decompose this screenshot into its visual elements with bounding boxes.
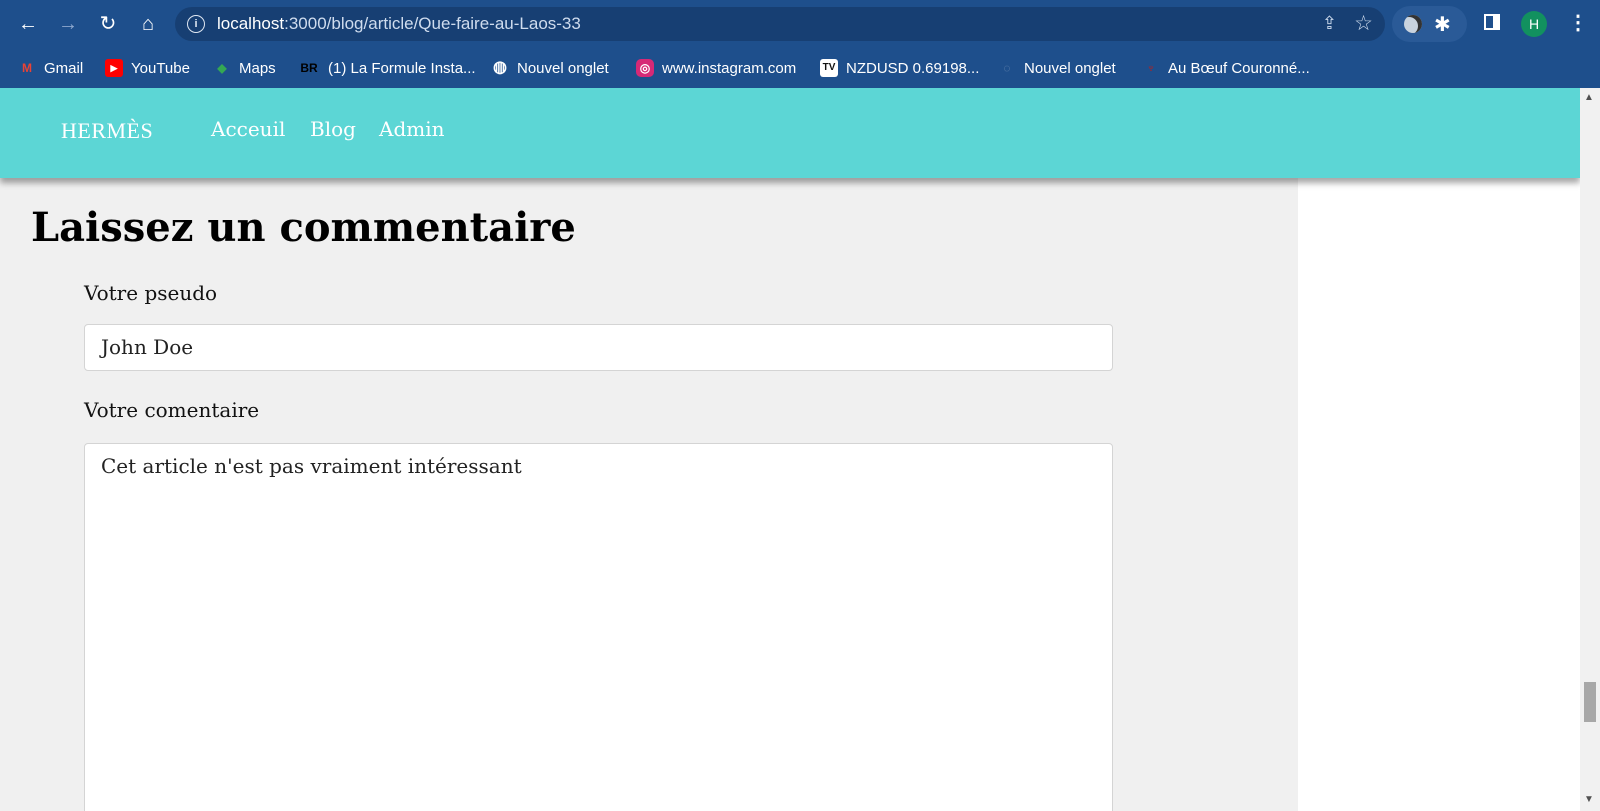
bookmark-maps[interactable]: ◆ Maps	[213, 56, 276, 80]
instagram-icon: ◎	[636, 59, 654, 77]
bookmark-instagram[interactable]: ◎ www.instagram.com	[636, 56, 796, 80]
bookmark-formule[interactable]: BR (1) La Formule Insta...	[298, 56, 476, 80]
bookmark-label: Nouvel onglet	[1024, 59, 1116, 77]
site-info-icon[interactable]: i	[187, 15, 205, 33]
pseudo-input[interactable]: John Doe	[84, 324, 1113, 371]
bookmark-label: Nouvel onglet	[517, 59, 609, 77]
bookmark-star-icon[interactable]: ☆	[1354, 11, 1373, 36]
page-viewport: HERMÈS Acceuil Blog Admin Laissez un com…	[0, 88, 1600, 811]
share-icon[interactable]: ⇪	[1322, 13, 1337, 34]
bookmark-label: Maps	[239, 59, 276, 77]
pseudo-label: Votre pseudo	[84, 281, 218, 305]
bookmarks-bar: M Gmail ▶ YouTube ◆ Maps BR (1) La Formu…	[0, 48, 1600, 88]
forward-arrow-icon[interactable]: →	[52, 8, 84, 40]
extension-icon[interactable]	[1404, 15, 1422, 33]
menu-kebab-icon[interactable]: ⋮	[1568, 10, 1588, 35]
browser-toolbar: ← → ↻ ⌂ i localhost:3000/blog/article/Qu…	[0, 0, 1600, 48]
bookmark-nzdusd[interactable]: TV NZDUSD 0.69198...	[820, 56, 979, 80]
tradingview-icon: TV	[820, 59, 838, 77]
bookmark-gmail[interactable]: M Gmail	[18, 56, 83, 80]
nav-link-admin[interactable]: Admin	[379, 117, 445, 141]
bookmark-label: NZDUSD 0.69198...	[846, 59, 980, 77]
boeuf-icon: ♆	[1146, 61, 1156, 75]
bookmark-boeuf[interactable]: ♆ Au Bœuf Couronné...	[1142, 56, 1310, 80]
home-icon[interactable]: ⌂	[132, 8, 164, 40]
bookmark-label: (1) La Formule Insta...	[328, 59, 476, 77]
bookmark-youtube[interactable]: ▶ YouTube	[105, 56, 190, 80]
blank-tab-icon: ◌	[1003, 61, 1011, 75]
nav-link-blog[interactable]: Blog	[310, 117, 356, 141]
bookmark-nouvel-onglet-2[interactable]: ◌ Nouvel onglet	[998, 56, 1116, 80]
profile-avatar[interactable]: H	[1521, 11, 1547, 37]
right-sidebar-area	[1298, 88, 1580, 811]
address-bar[interactable]: i localhost:3000/blog/article/Que-faire-…	[175, 7, 1385, 41]
back-arrow-icon[interactable]: ←	[12, 8, 44, 40]
globe-icon: ◍	[493, 59, 507, 76]
comment-textarea[interactable]: Cet article n'est pas vraiment intéressa…	[84, 443, 1113, 811]
side-panel-icon[interactable]	[1484, 14, 1500, 30]
site-logo[interactable]: HERMÈS	[61, 118, 153, 144]
bookmark-label: Gmail	[44, 59, 84, 77]
puzzle-icon[interactable]: ✱	[1434, 12, 1451, 37]
extensions-group: ✱	[1392, 6, 1467, 42]
bookmark-nouvel-onglet[interactable]: ◍ Nouvel onglet	[491, 56, 609, 80]
scrollbar-thumb[interactable]	[1584, 682, 1596, 722]
bookmark-label: www.instagram.com	[662, 59, 797, 77]
nav-link-acceuil[interactable]: Acceuil	[211, 117, 285, 141]
br-icon: BR	[300, 61, 318, 75]
maps-icon: ◆	[217, 61, 227, 75]
site-header: HERMÈS Acceuil Blog Admin	[0, 88, 1580, 178]
url-text[interactable]: localhost:3000/blog/article/Que-faire-au…	[217, 14, 581, 34]
youtube-icon: ▶	[105, 59, 123, 77]
scroll-up-icon[interactable]: ▲	[1584, 92, 1594, 103]
bookmark-label: Au Bœuf Couronné...	[1168, 59, 1310, 77]
comment-label: Votre comentaire	[84, 398, 260, 422]
reload-icon[interactable]: ↻	[92, 8, 124, 40]
gmail-icon: M	[22, 61, 32, 75]
comment-section-heading: Laissez un commentaire	[31, 204, 576, 251]
bookmark-label: YouTube	[131, 59, 190, 77]
scroll-down-icon[interactable]: ▼	[1584, 794, 1594, 805]
page-scrollbar[interactable]: ▲ ▼	[1580, 88, 1600, 811]
